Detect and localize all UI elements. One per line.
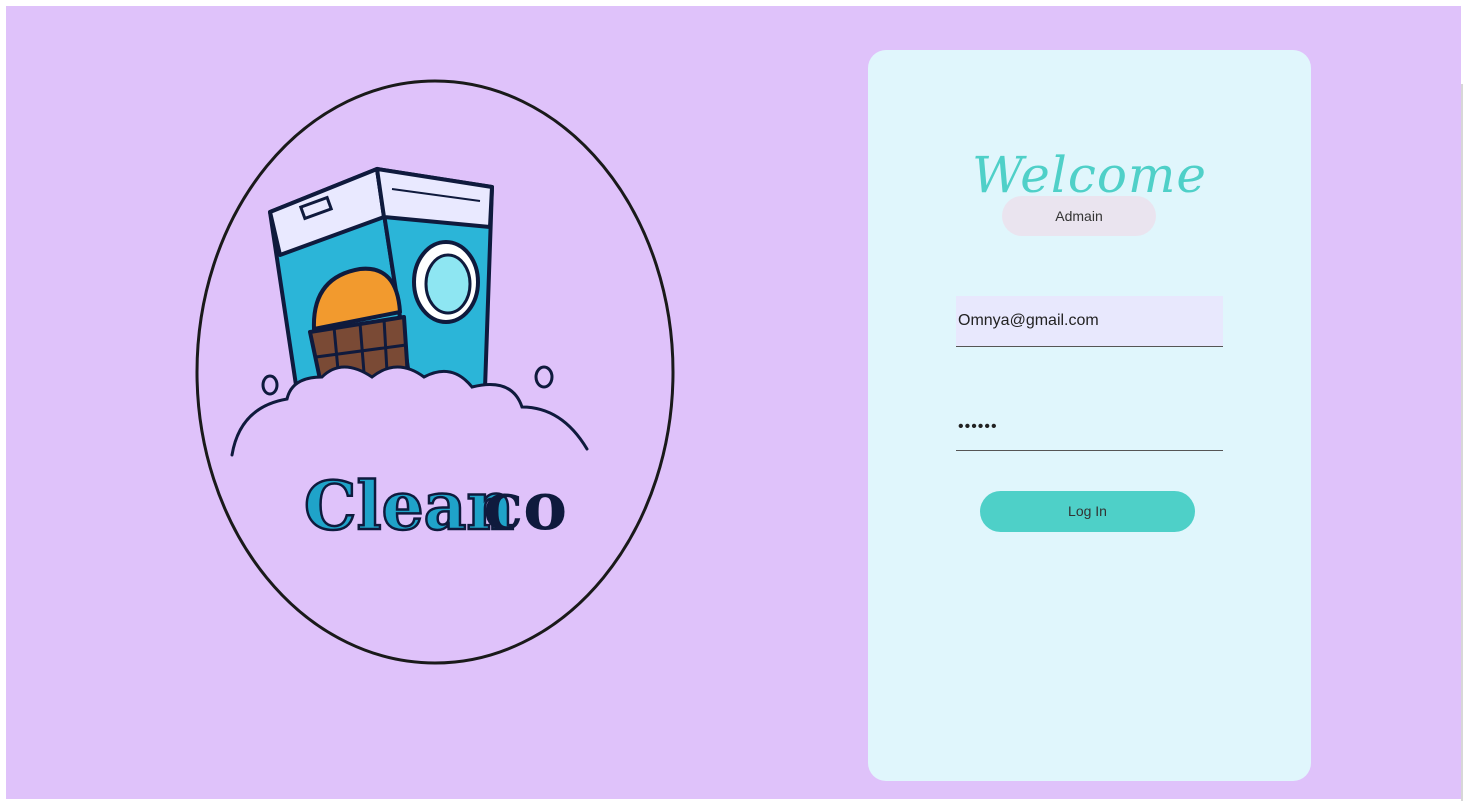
login-button[interactable]: Log In: [980, 491, 1195, 532]
role-pill-admin[interactable]: Admain: [1002, 196, 1156, 236]
password-field[interactable]: [956, 403, 1223, 451]
scrollbar[interactable]: [1461, 84, 1463, 801]
cleanco-logo: Clean co: [195, 79, 675, 665]
logo-text-co: co: [483, 467, 567, 545]
cleanco-wordmark: Clean co: [303, 466, 567, 547]
email-field[interactable]: [956, 296, 1223, 347]
